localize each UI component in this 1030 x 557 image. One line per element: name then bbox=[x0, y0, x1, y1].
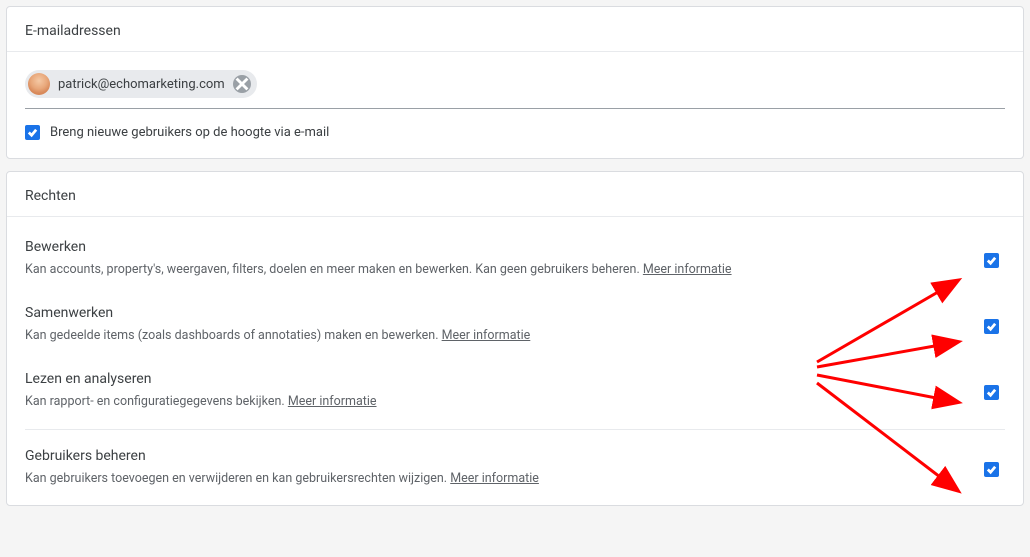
permission-title: Gebruikers beheren bbox=[25, 448, 944, 464]
permission-checkbox-read check-icon[interactable] bbox=[984, 385, 999, 400]
permission-title: Samenwerken bbox=[25, 305, 944, 321]
email-chip-text: patrick@echomarketing.com bbox=[58, 77, 225, 92]
remove-chip-button close-icon[interactable] bbox=[233, 75, 251, 93]
permission-title: Bewerken bbox=[25, 239, 944, 255]
permission-title: Lezen en analyseren bbox=[25, 371, 944, 387]
permission-checkbox-collaborate check-icon[interactable] bbox=[984, 319, 999, 334]
permissions-card: Rechten Bewerken Kan accounts, property'… bbox=[6, 171, 1024, 506]
notify-checkbox check-icon[interactable] bbox=[25, 125, 40, 140]
permission-row-manage-users: Gebruikers beheren Kan gebruikers toevoe… bbox=[25, 429, 1005, 503]
more-info-link[interactable]: Meer informatie bbox=[643, 262, 732, 277]
permission-desc: Kan rapport- en configuratiegegevens bek… bbox=[25, 393, 944, 412]
permission-desc: Kan accounts, property's, weergaven, fil… bbox=[25, 261, 944, 280]
email-input-field[interactable]: patrick@echomarketing.com bbox=[25, 70, 1005, 109]
notify-label: Breng nieuwe gebruikers op de hoogte via… bbox=[50, 125, 329, 140]
permission-desc: Kan gebruikers toevoegen en verwijderen … bbox=[25, 470, 944, 489]
permissions-body: Bewerken Kan accounts, property's, weerg… bbox=[7, 217, 1023, 505]
emails-card-body: patrick@echomarketing.com Breng nieuwe g… bbox=[7, 52, 1023, 158]
permission-checkbox-edit check-icon[interactable] bbox=[984, 253, 999, 268]
more-info-link[interactable]: Meer informatie bbox=[442, 328, 531, 343]
permission-row-read: Lezen en analyseren Kan rapport- en conf… bbox=[25, 360, 1005, 426]
permission-rows: Bewerken Kan accounts, property's, weerg… bbox=[25, 229, 1005, 503]
notify-row: Breng nieuwe gebruikers op de hoogte via… bbox=[25, 125, 1005, 140]
permissions-card-header: Rechten bbox=[7, 172, 1023, 217]
email-chip: patrick@echomarketing.com bbox=[25, 70, 257, 98]
permission-checkbox-manage-users check-icon[interactable] bbox=[984, 462, 999, 477]
emails-card-header: E-mailadressen bbox=[7, 7, 1023, 52]
permission-row-collaborate: Samenwerken Kan gedeelde items (zoals da… bbox=[25, 294, 1005, 360]
emails-card: E-mailadressen patrick@echomarketing.com… bbox=[6, 6, 1024, 159]
permission-desc: Kan gedeelde items (zoals dashboards of … bbox=[25, 327, 944, 346]
permission-row-edit: Bewerken Kan accounts, property's, weerg… bbox=[25, 229, 1005, 294]
avatar-icon bbox=[28, 73, 50, 95]
more-info-link[interactable]: Meer informatie bbox=[450, 471, 539, 486]
more-info-link[interactable]: Meer informatie bbox=[288, 394, 377, 409]
